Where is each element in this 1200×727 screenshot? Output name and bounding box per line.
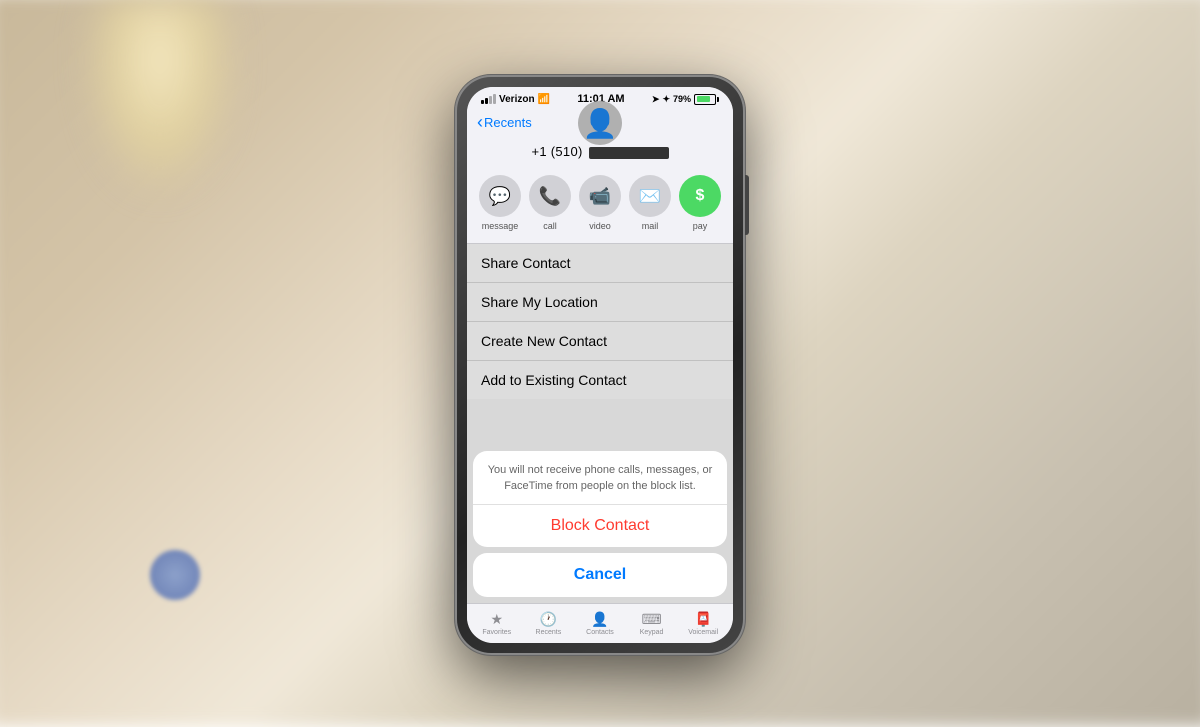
back-button[interactable]: ‹ Recents <box>477 113 532 131</box>
status-right: ➤ ✦ 79% <box>652 94 719 105</box>
mail-icon: ✉️ <box>629 175 671 217</box>
create-contact-item[interactable]: Create New Contact <box>467 322 733 361</box>
bluetooth-icon: ✦ <box>662 94 670 105</box>
share-location-label: Share My Location <box>481 294 598 310</box>
voicemail-icon: 📮 <box>694 611 711 628</box>
nav-bar: ‹ Recents 👤 <box>467 109 733 137</box>
contacts-icon: 👤 <box>591 611 608 628</box>
tab-contacts[interactable]: 👤 Contacts <box>574 611 626 636</box>
tab-bar: ★ Favorites 🕐 Recents 👤 Contacts ⌨ Keypa… <box>467 603 733 643</box>
avatar-person-icon: 👤 <box>583 107 618 140</box>
tab-recents[interactable]: 🕐 Recents <box>523 611 575 636</box>
add-existing-label: Add to Existing Contact <box>481 372 627 388</box>
call-button[interactable]: 📞 call <box>529 175 571 231</box>
tab-favorites[interactable]: ★ Favorites <box>471 611 523 636</box>
favorites-label: Favorites <box>482 629 511 636</box>
keypad-icon: ⌨ <box>641 611 661 628</box>
recents-icon: 🕐 <box>540 611 557 628</box>
wifi-icon: 📶 <box>538 94 550 105</box>
message-icon: 💬 <box>479 175 521 217</box>
tab-voicemail[interactable]: 📮 Voicemail <box>677 611 729 636</box>
share-location-item[interactable]: Share My Location <box>467 283 733 322</box>
share-contact-item[interactable]: Share Contact <box>467 244 733 283</box>
cancel-card: Cancel <box>473 553 727 597</box>
call-icon: 📞 <box>529 175 571 217</box>
action-sheet: You will not receive phone calls, messag… <box>467 451 733 603</box>
voicemail-label: Voicemail <box>688 629 718 636</box>
contacts-label: Contacts <box>586 629 614 636</box>
block-contact-button[interactable]: Block Contact <box>473 505 727 547</box>
mail-label: mail <box>642 221 659 231</box>
video-button[interactable]: 📹 video <box>579 175 621 231</box>
mail-button[interactable]: ✉️ mail <box>629 175 671 231</box>
tab-keypad[interactable]: ⌨ Keypad <box>626 611 678 636</box>
location-icon: ➤ <box>652 94 660 105</box>
phone-prefix: +1 (510) <box>531 144 582 159</box>
call-label: call <box>543 221 557 231</box>
cancel-button[interactable]: Cancel <box>473 553 727 597</box>
pay-button[interactable]: $ pay <box>679 175 721 231</box>
message-button[interactable]: 💬 message <box>479 175 521 231</box>
pay-icon: $ <box>679 175 721 217</box>
signal-bars <box>481 94 496 104</box>
contact-avatar: 👤 <box>578 101 622 145</box>
video-icon: 📹 <box>579 175 621 217</box>
create-contact-label: Create New Contact <box>481 333 607 349</box>
phone-number-redacted <box>589 147 669 159</box>
action-buttons-row: 💬 message 📞 call 📹 video ✉️ <box>467 165 733 244</box>
add-existing-item[interactable]: Add to Existing Contact <box>467 361 733 399</box>
battery-icon <box>694 94 719 105</box>
back-label: Recents <box>484 115 532 130</box>
phone-number: +1 (510) <box>531 144 668 159</box>
share-contact-label: Share Contact <box>481 255 571 271</box>
keypad-label: Keypad <box>640 629 664 636</box>
back-chevron-icon: ‹ <box>477 113 483 131</box>
recents-label: Recents <box>536 629 562 636</box>
status-left: Verizon 📶 <box>481 94 550 105</box>
block-message: You will not receive phone calls, messag… <box>473 451 727 505</box>
video-label: video <box>589 221 611 231</box>
favorites-icon: ★ <box>491 611 504 628</box>
carrier-label: Verizon <box>499 94 535 105</box>
pay-label: pay <box>693 221 708 231</box>
battery-percent: 79% <box>673 94 691 104</box>
block-sheet-card: You will not receive phone calls, messag… <box>473 451 727 547</box>
message-label: message <box>482 221 519 231</box>
